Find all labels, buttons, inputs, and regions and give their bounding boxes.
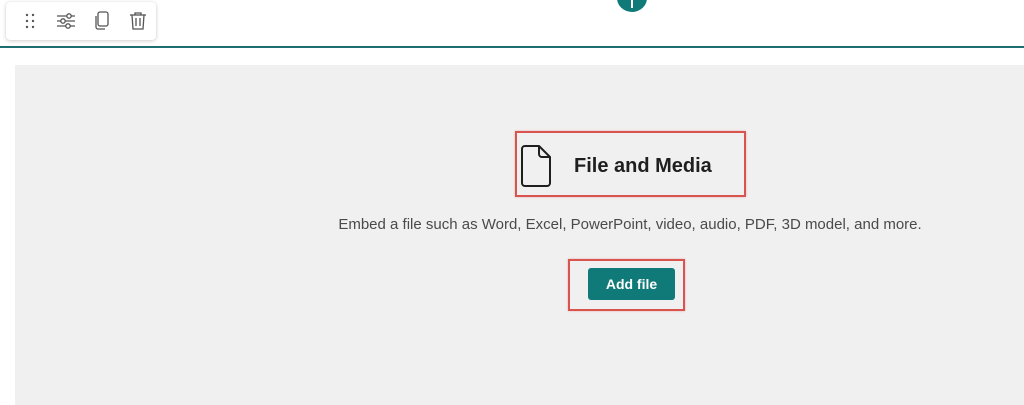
webpart-toolbar: [6, 2, 156, 40]
webpart-title-row: File and Media: [520, 137, 712, 195]
section-divider: [0, 46, 1024, 48]
drag-handle-button[interactable]: [12, 5, 48, 37]
edit-properties-icon: [56, 12, 76, 30]
duplicate-button[interactable]: [84, 5, 120, 37]
drag-handle-icon: [23, 12, 37, 30]
webpart-description: Embed a file such as Word, Excel, PowerP…: [338, 216, 922, 233]
plus-icon: [631, 0, 633, 8]
add-file-button[interactable]: Add file: [588, 268, 675, 300]
add-section-button[interactable]: [617, 0, 647, 12]
webpart-title: File and Media: [574, 154, 712, 177]
page: File and Media Embed a file such as Word…: [0, 0, 1024, 405]
delete-icon: [129, 11, 147, 31]
delete-button[interactable]: [120, 5, 156, 37]
duplicate-icon: [94, 11, 110, 31]
edit-properties-button[interactable]: [48, 5, 84, 37]
file-media-webpart-placeholder: [15, 65, 1024, 405]
document-icon: [520, 143, 552, 189]
